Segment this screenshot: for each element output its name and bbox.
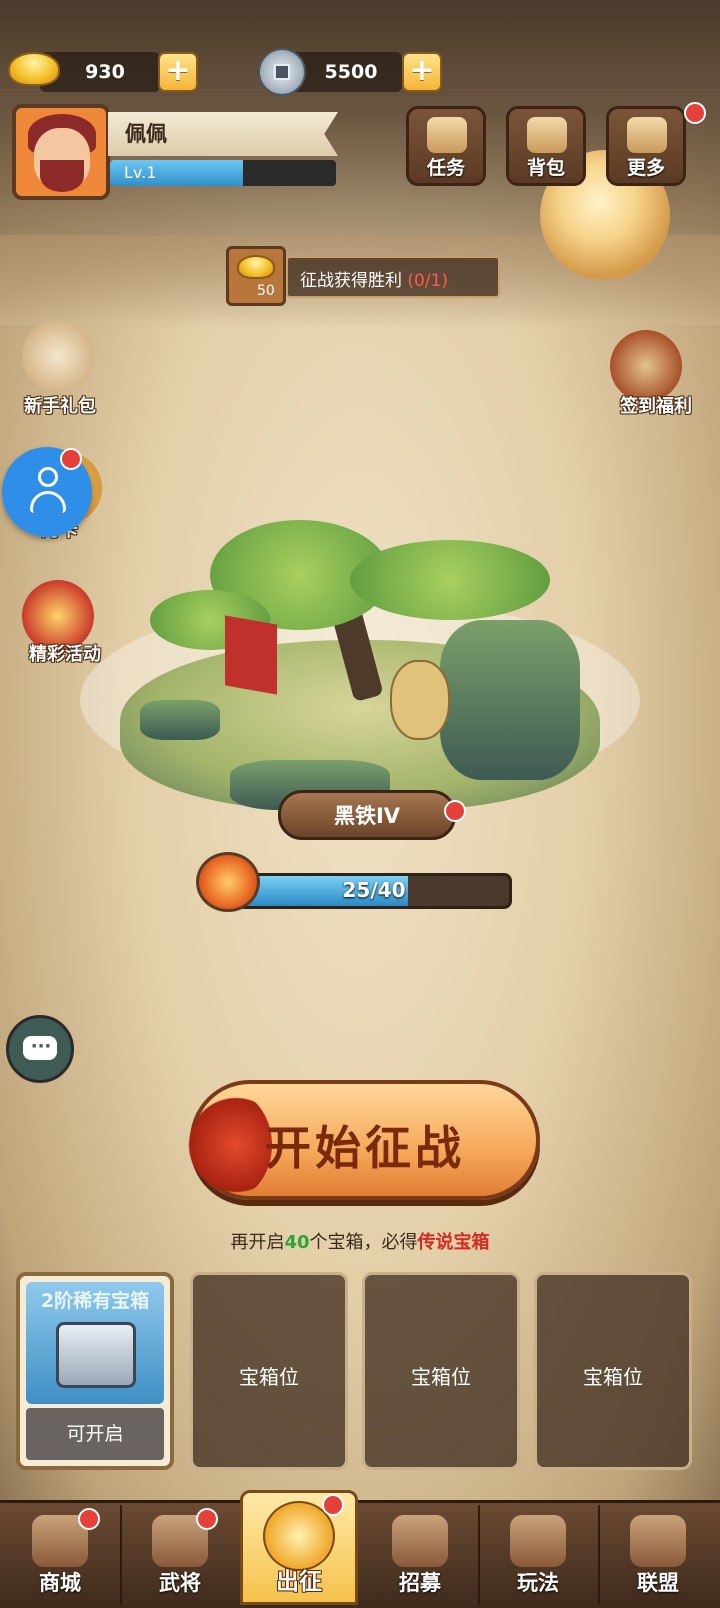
- more-notification-dot: [684, 102, 706, 124]
- chest-slot-1[interactable]: 2阶稀有宝箱 可开启: [16, 1272, 174, 1470]
- generals-notification-dot: [196, 1508, 218, 1530]
- nav-campaign-label: 出征: [276, 1569, 322, 1595]
- nav-generals[interactable]: 武将: [122, 1505, 238, 1605]
- mossy-rock: [440, 620, 580, 780]
- task-reward-box[interactable]: 50: [226, 246, 286, 306]
- more-button[interactable]: 更多: [606, 106, 686, 186]
- task-progress: (0/1): [407, 271, 449, 291]
- task-reward-amount: 50: [257, 283, 275, 299]
- nav-alliance[interactable]: 联盟: [600, 1505, 716, 1605]
- nav-generals-label: 武将: [159, 1571, 201, 1595]
- avatar-beard: [40, 160, 84, 192]
- quest-button[interactable]: 任务: [406, 106, 486, 186]
- chest-slot-3[interactable]: 宝箱位: [362, 1272, 520, 1470]
- rank-notification-dot: [444, 800, 466, 822]
- tree-crown: [350, 540, 550, 620]
- rank-emblem-icon: [196, 852, 260, 912]
- silver-chest-icon: [56, 1322, 136, 1388]
- floating-notification-dot: [60, 448, 82, 470]
- nav-alliance-label: 联盟: [637, 1571, 679, 1595]
- nav-shop-label: 商城: [39, 1571, 81, 1595]
- chest-hint: 再开启40个宝箱，必得传说宝箱: [0, 1228, 720, 1254]
- player-name: 佩佩: [125, 122, 167, 146]
- add-gold-button[interactable]: +: [158, 52, 198, 92]
- hint-target: 传说宝箱: [417, 1232, 490, 1253]
- hint-middle: 个宝箱，必得: [309, 1232, 418, 1253]
- newbie-pack-icon[interactable]: [22, 320, 94, 392]
- training-dummy: [390, 660, 450, 740]
- nav-recruit-label: 招募: [399, 1571, 441, 1595]
- nav-shop[interactable]: 商城: [2, 1505, 118, 1605]
- signin-label[interactable]: 签到福利: [596, 392, 716, 418]
- task-description: 征战获得胜利: [300, 271, 402, 291]
- user-head-icon: [38, 467, 58, 487]
- empty-slot-label: 宝箱位: [411, 1365, 471, 1389]
- player-avatar[interactable]: [12, 104, 110, 200]
- add-coins-button[interactable]: +: [402, 52, 442, 92]
- chat-dots-icon: ···: [30, 1036, 52, 1057]
- list-icon: [627, 117, 667, 153]
- coin-amount: 5500: [324, 61, 378, 83]
- nav-gameplay-label: 玩法: [517, 1571, 559, 1595]
- nav-gameplay[interactable]: 玩法: [480, 1505, 596, 1605]
- hint-prefix: 再开启: [230, 1232, 285, 1253]
- chest-status: 可开启: [26, 1408, 164, 1460]
- scroll-recruit-icon: [392, 1515, 448, 1567]
- campaign-notification-dot: [322, 1494, 344, 1516]
- red-banner: [225, 615, 277, 695]
- copper-coin-icon: [258, 48, 306, 96]
- gold-amount: 930: [85, 61, 125, 83]
- task-text: 征战获得胜利 (0/1): [300, 266, 448, 291]
- chest-slot-4[interactable]: 宝箱位: [534, 1272, 692, 1470]
- bag-icon: [527, 117, 567, 153]
- chest-slot-2[interactable]: 宝箱位: [190, 1272, 348, 1470]
- shop-notification-dot: [78, 1508, 100, 1530]
- alliance-flag-icon: [630, 1515, 686, 1567]
- scroll-icon: [427, 117, 467, 153]
- ingot-reward-icon: [237, 255, 275, 279]
- rank-name: 黑铁IV: [333, 804, 401, 828]
- bag-label: 背包: [526, 157, 565, 179]
- nav-recruit[interactable]: 招募: [362, 1505, 478, 1605]
- gold-ingot-icon: [8, 52, 60, 86]
- newbie-pack-label[interactable]: 新手礼包: [10, 392, 110, 418]
- more-label: 更多: [626, 157, 665, 179]
- pavilion-icon: [510, 1515, 566, 1567]
- start-battle-label[interactable]: 开始征战: [190, 1112, 540, 1178]
- quest-label: 任务: [426, 157, 465, 179]
- hint-count: 40: [284, 1232, 310, 1253]
- stone: [140, 700, 220, 740]
- chat-button[interactable]: ···: [6, 1015, 74, 1083]
- bag-button[interactable]: 背包: [506, 106, 586, 186]
- player-level: Lv.1: [124, 163, 157, 182]
- chest-title: 2阶稀有宝箱: [40, 1290, 150, 1312]
- empty-slot-label: 宝箱位: [239, 1365, 299, 1389]
- user-body-icon: [30, 491, 66, 513]
- rank-progress-text: 25/40: [342, 878, 406, 902]
- empty-slot-label: 宝箱位: [583, 1365, 643, 1389]
